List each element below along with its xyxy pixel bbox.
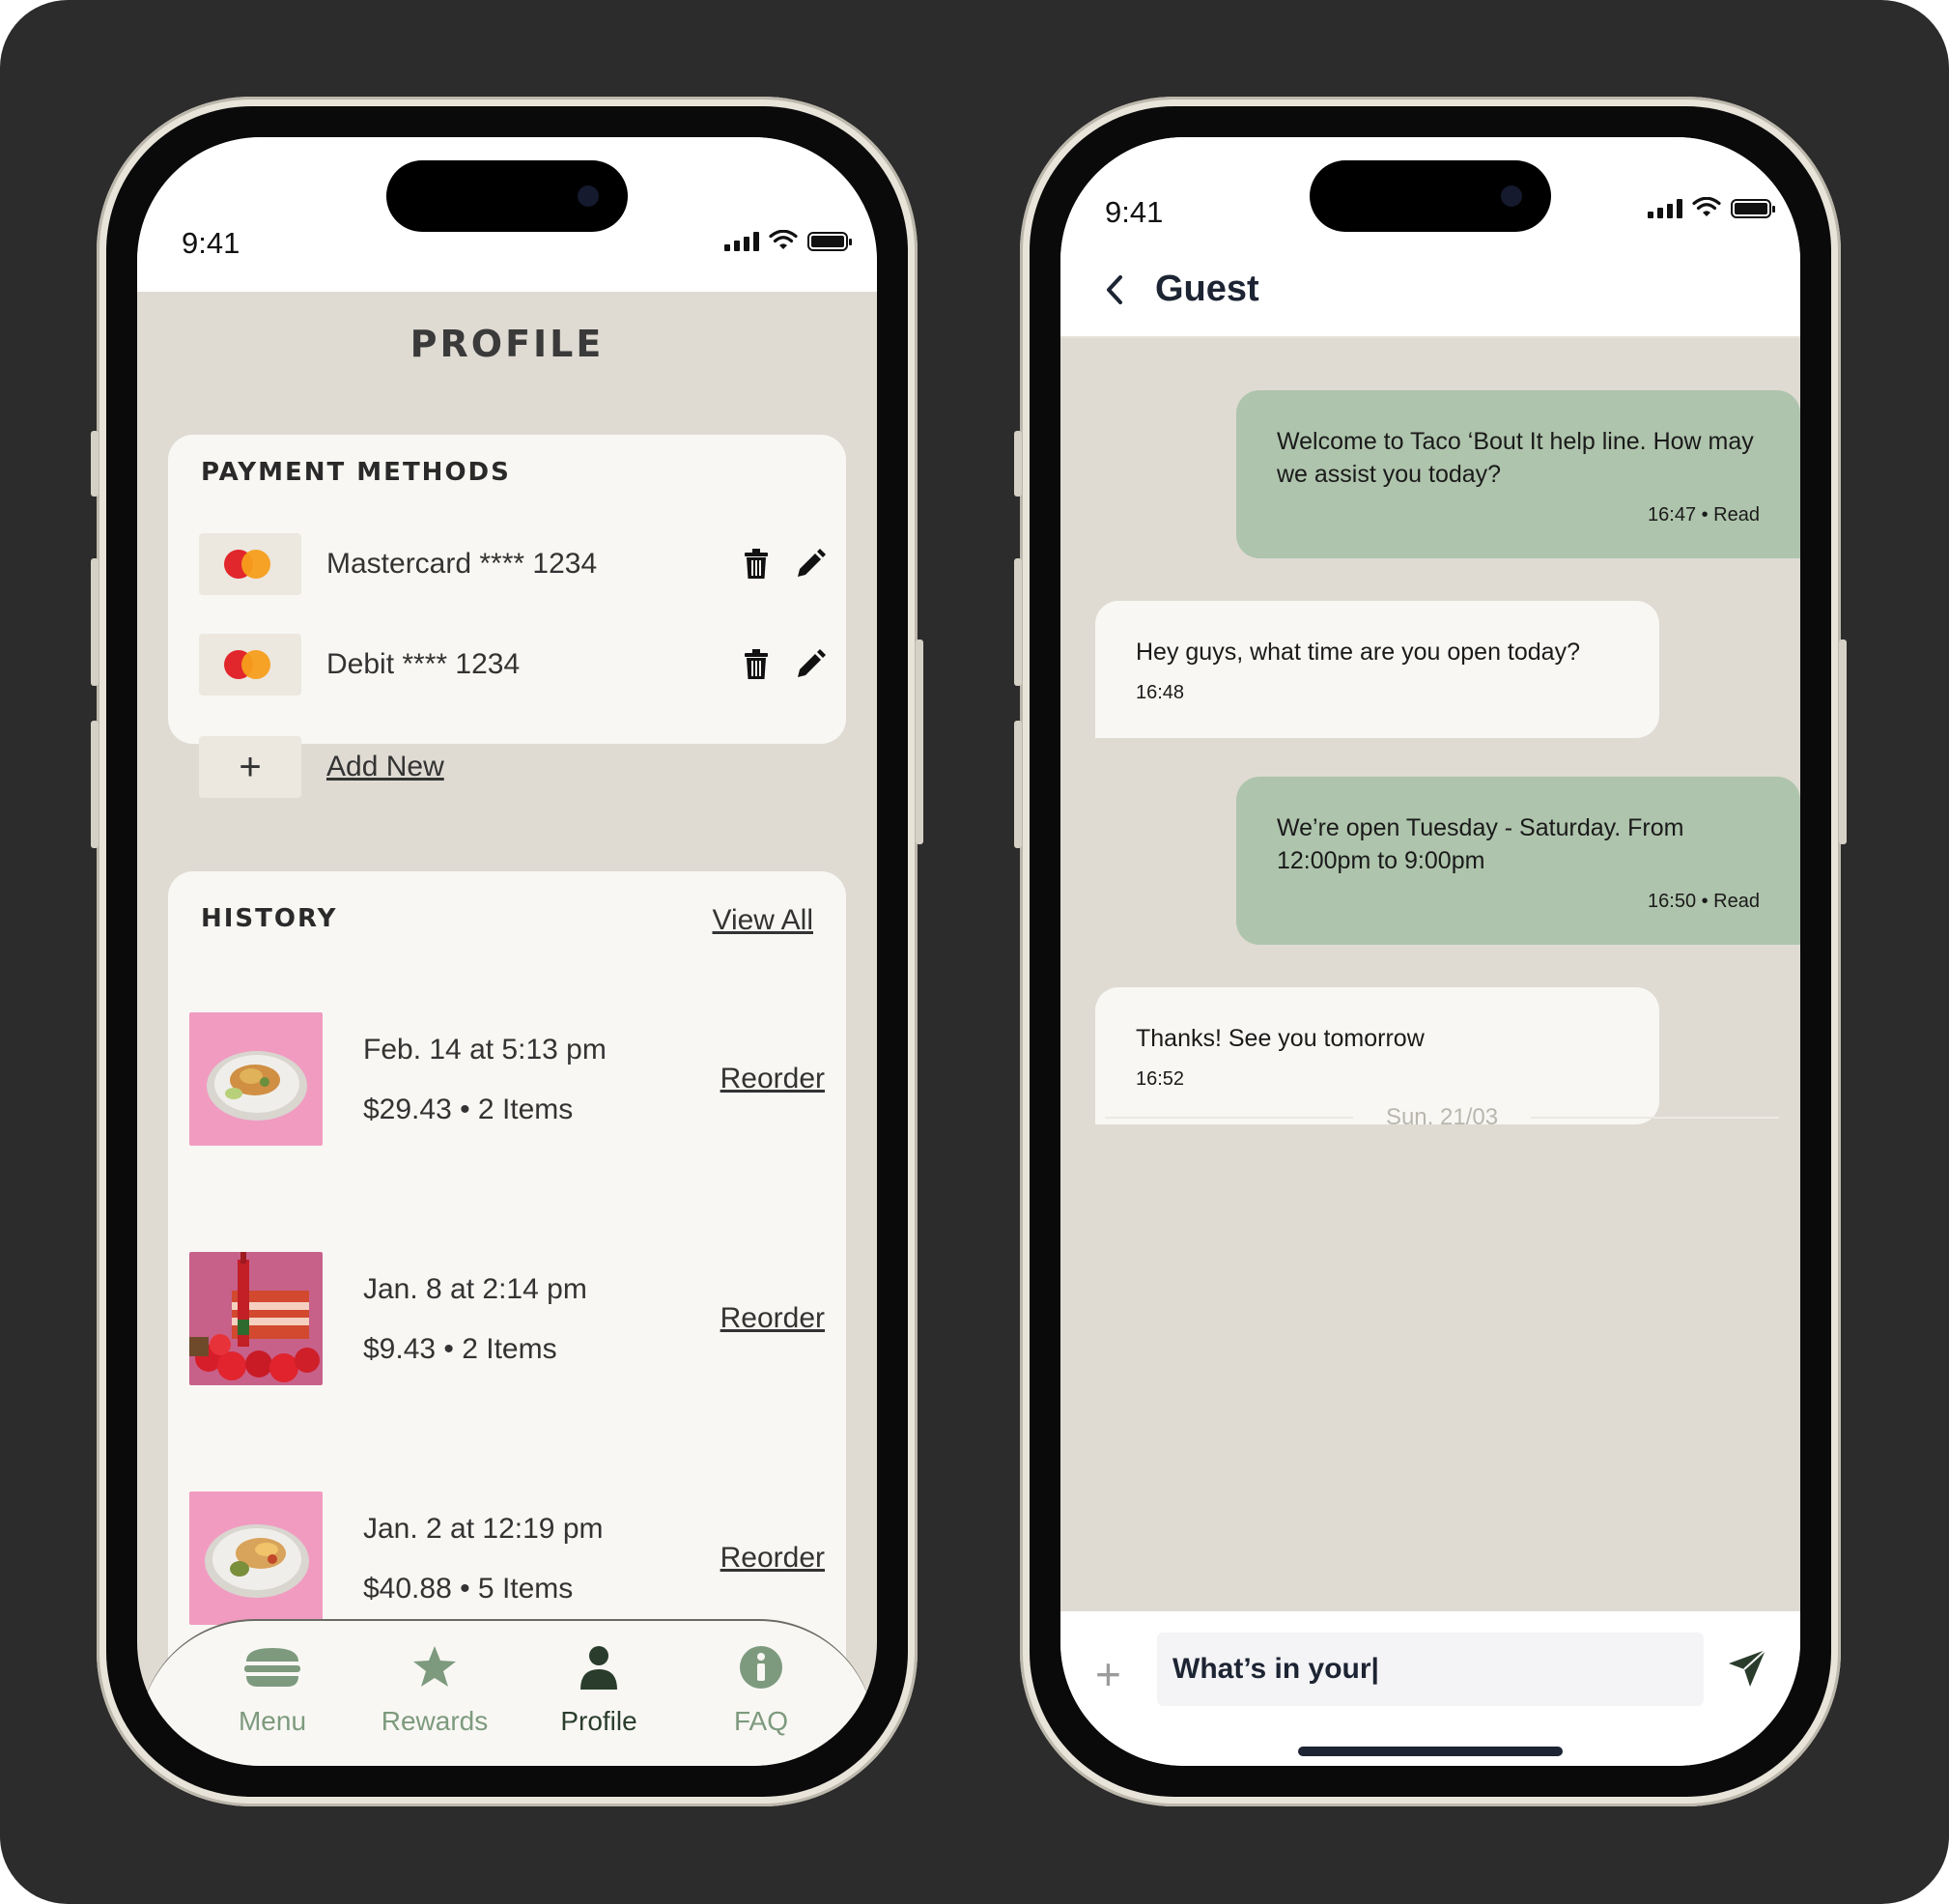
tab-menu[interactable]: Menu [205, 1642, 340, 1737]
payment-card-label: Debit **** 1234 [326, 648, 521, 680]
reorder-link[interactable]: Reorder [720, 1063, 825, 1095]
signal-icon [1648, 199, 1682, 218]
wifi-icon [1692, 197, 1721, 216]
trash-icon[interactable] [740, 548, 773, 581]
message-text: We’re open Tuesday - Saturday. From 12:0… [1277, 814, 1684, 874]
history-card: HISTORY View All Feb. 14 at 5:13 pm $29.… [168, 871, 846, 1741]
order-photo-tacos [189, 1012, 323, 1146]
trash-icon[interactable] [740, 648, 773, 681]
person-icon [531, 1642, 666, 1692]
history-item: Jan. 8 at 2:14 pm $9.43 • 2 Items Reorde… [189, 1252, 825, 1387]
history-heading: HISTORY [201, 904, 338, 933]
message-outgoing: We’re open Tuesday - Saturday. From 12:0… [1236, 777, 1800, 945]
edit-pencil-icon[interactable] [794, 648, 827, 681]
message-outgoing: Welcome to Taco ‘Bout It help line. How … [1236, 390, 1800, 558]
tab-label: FAQ [733, 1706, 788, 1736]
chat-title: Guest [1155, 269, 1259, 309]
message-incoming: Hey guys, what time are you open today? … [1095, 601, 1659, 738]
mastercard-logo-icon [199, 634, 301, 696]
message-input[interactable]: What’s in your| [1157, 1633, 1704, 1706]
mastercard-logo-icon [199, 533, 301, 595]
plus-icon[interactable]: + [199, 736, 301, 798]
chat-header: 9:41 Guest [1060, 137, 1800, 338]
battery-icon [807, 232, 852, 251]
chat-screen: 9:41 Guest Welcome to Taco ‘Bout It help… [1060, 137, 1800, 1766]
payment-card-label: Mastercard **** 1234 [326, 548, 598, 580]
payment-methods-card: PAYMENT METHODS Mastercard **** 1234 Deb… [168, 435, 846, 798]
tab-label: Menu [238, 1706, 307, 1736]
battery-icon [1731, 199, 1775, 218]
tab-label: Profile [560, 1706, 637, 1736]
payment-card-row[interactable]: Mastercard **** 1234 [199, 533, 827, 595]
phone-profile: 9:41 PROFILE PAYMENT METHODS Mastercard … [91, 97, 923, 1806]
view-all-link[interactable]: View All [712, 904, 813, 937]
phone-chat: 9:41 Guest Welcome to Taco ‘Bout It help… [1014, 97, 1847, 1806]
order-date: Jan. 8 at 2:14 pm [363, 1273, 587, 1305]
status-bar: 9:41 [137, 137, 877, 292]
signal-icon [724, 232, 759, 251]
history-item: Jan. 2 at 12:19 pm $40.88 • 5 Items Reor… [189, 1492, 825, 1627]
tab-profile[interactable]: Profile [531, 1642, 666, 1737]
payment-card-row[interactable]: Debit **** 1234 [199, 634, 827, 696]
reorder-link[interactable]: Reorder [720, 1302, 825, 1335]
reorder-link[interactable]: Reorder [720, 1542, 825, 1575]
back-chevron-icon[interactable] [1105, 274, 1124, 310]
message-text: Hey guys, what time are you open today? [1136, 639, 1580, 666]
info-icon [693, 1642, 829, 1692]
add-new-payment-row[interactable]: + Add New [199, 736, 827, 798]
order-photo-drinks [189, 1252, 323, 1385]
order-date: Jan. 2 at 12:19 pm [363, 1513, 604, 1545]
payment-methods-heading: PAYMENT METHODS [201, 458, 511, 487]
status-time: 9:41 [182, 226, 240, 260]
home-indicator [1298, 1747, 1563, 1756]
attach-plus-icon[interactable]: + [1095, 1648, 1121, 1700]
dynamic-island [1310, 160, 1551, 232]
profile-screen: 9:41 PROFILE PAYMENT METHODS Mastercard … [137, 137, 877, 1766]
status-time: 9:41 [1105, 195, 1164, 229]
page-title: PROFILE [410, 323, 605, 365]
date-divider-label: Sun. 21/03 [1385, 1104, 1499, 1130]
message-text: Thanks! See you tomorrow [1136, 1025, 1425, 1052]
order-summary: $29.43 • 2 Items [363, 1094, 574, 1125]
message-time: 16:48 [1136, 682, 1185, 703]
order-summary: $9.43 • 2 Items [363, 1333, 557, 1365]
tab-rewards[interactable]: Rewards [367, 1642, 502, 1737]
send-icon[interactable] [1727, 1648, 1767, 1693]
order-date: Feb. 14 at 5:13 pm [363, 1034, 607, 1066]
bottom-tab-bar: Menu Rewards Profile FAQ [139, 1619, 875, 1766]
edit-pencil-icon[interactable] [794, 548, 827, 581]
star-icon [367, 1642, 502, 1692]
message-time: 16:50 • Read [1648, 891, 1760, 912]
message-time: 16:52 [1136, 1068, 1185, 1090]
burger-icon [205, 1642, 340, 1692]
message-text: Welcome to Taco ‘Bout It help line. How … [1277, 428, 1754, 488]
order-photo-tacos [189, 1492, 323, 1625]
message-time: 16:47 • Read [1648, 504, 1760, 526]
history-item: Feb. 14 at 5:13 pm $29.43 • 2 Items Reor… [189, 1012, 825, 1148]
wifi-icon [769, 230, 798, 249]
dynamic-island [386, 160, 628, 232]
tab-label: Rewards [381, 1706, 489, 1736]
tab-faq[interactable]: FAQ [693, 1642, 829, 1737]
canvas-background: 9:41 PROFILE PAYMENT METHODS Mastercard … [0, 0, 1949, 1904]
order-summary: $40.88 • 5 Items [363, 1573, 574, 1605]
add-new-link[interactable]: Add New [326, 751, 444, 783]
date-divider: Sun. 21/03 [1105, 1103, 1780, 1132]
message-composer: + What’s in your| [1060, 1611, 1800, 1766]
